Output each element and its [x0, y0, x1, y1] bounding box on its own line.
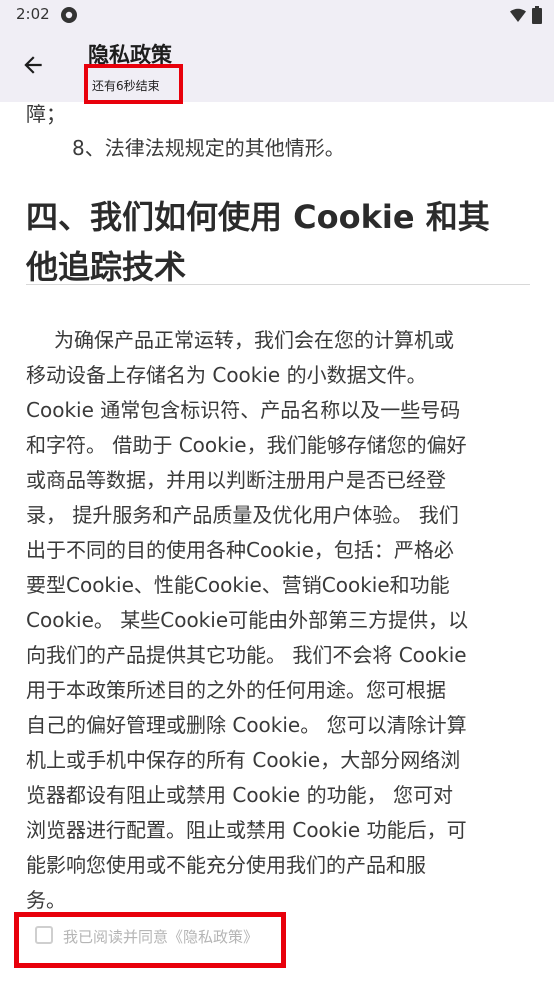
- paragraph-line: 为确保产品正常运转，我们会在您的计算机或: [54, 328, 454, 352]
- policy-content[interactable]: 障； 8、法律法规规定的其他情形。 四、我们如何使用 Cookie 和其 他追踪…: [0, 102, 554, 910]
- paragraph-line: 向我们的产品提供其它功能。 我们不会将 Cookie: [26, 643, 467, 667]
- paragraph-line: 机上或手机中保存的所有 Cookie，大部分网络浏: [26, 748, 461, 772]
- battery-icon: [532, 6, 542, 24]
- agreement-label[interactable]: 我已阅读并同意《隐私政策》: [63, 926, 258, 947]
- paragraph-line: 务。: [26, 888, 66, 910]
- wifi-icon: [510, 8, 526, 22]
- agreement-row[interactable]: 我已阅读并同意《隐私政策》: [14, 912, 286, 968]
- paragraph-line: 或商品等数据，并用以判断注册用户是否已经登: [26, 468, 446, 492]
- paragraph-line: 和字符。 借助于 Cookie，我们能够存储您的偏好: [26, 433, 467, 457]
- paragraph-line: 用于本政策所述目的之外的任何用途。您可根据: [26, 678, 446, 702]
- paragraph-line: 能影响您使用或不能充分使用我们的产品和服: [26, 853, 426, 877]
- status-bar: 2:02: [0, 0, 554, 30]
- paragraph-line: 移动设备上存储名为 Cookie 的小数据文件。: [26, 363, 427, 387]
- status-time: 2:02: [16, 5, 50, 23]
- text-line: 8、法律法规规定的其他情形。: [72, 136, 345, 160]
- paragraph-line: 自己的偏好管理或删除 Cookie。 您可以清除计算: [26, 713, 467, 737]
- paragraph-line: 出于不同的目的使用各种Cookie，包括：严格必: [26, 538, 454, 562]
- app-bar: 隐私政策 还有6秒结束: [0, 30, 554, 104]
- heading-divider: [26, 284, 530, 285]
- section-heading: 四、我们如何使用 Cookie 和其: [26, 198, 490, 236]
- paragraph-line: 要型Cookie、性能Cookie、营销Cookie和功能: [26, 573, 450, 597]
- agreement-checkbox[interactable]: [35, 926, 53, 944]
- paragraph-line: Cookie。 某些Cookie可能由外部第三方提供，以: [26, 608, 469, 632]
- paragraph-line: Cookie 通常包含标识符、产品名称以及一些号码: [26, 398, 461, 422]
- back-arrow-icon[interactable]: [20, 52, 46, 78]
- section-heading: 他追踪技术: [26, 248, 187, 286]
- text-line: 障；: [26, 102, 66, 126]
- settings-sync-icon: [61, 7, 77, 23]
- paragraph-line: 览器都设有阻止或禁用 Cookie 的功能， 您可对: [26, 783, 453, 807]
- paragraph-line: 浏览器进行配置。阻止或禁用 Cookie 功能后，可: [26, 818, 467, 842]
- countdown-timer: 还有6秒结束: [84, 64, 183, 104]
- paragraph-line: 录， 提升服务和产品质量及优化用户体验。 我们: [26, 503, 459, 527]
